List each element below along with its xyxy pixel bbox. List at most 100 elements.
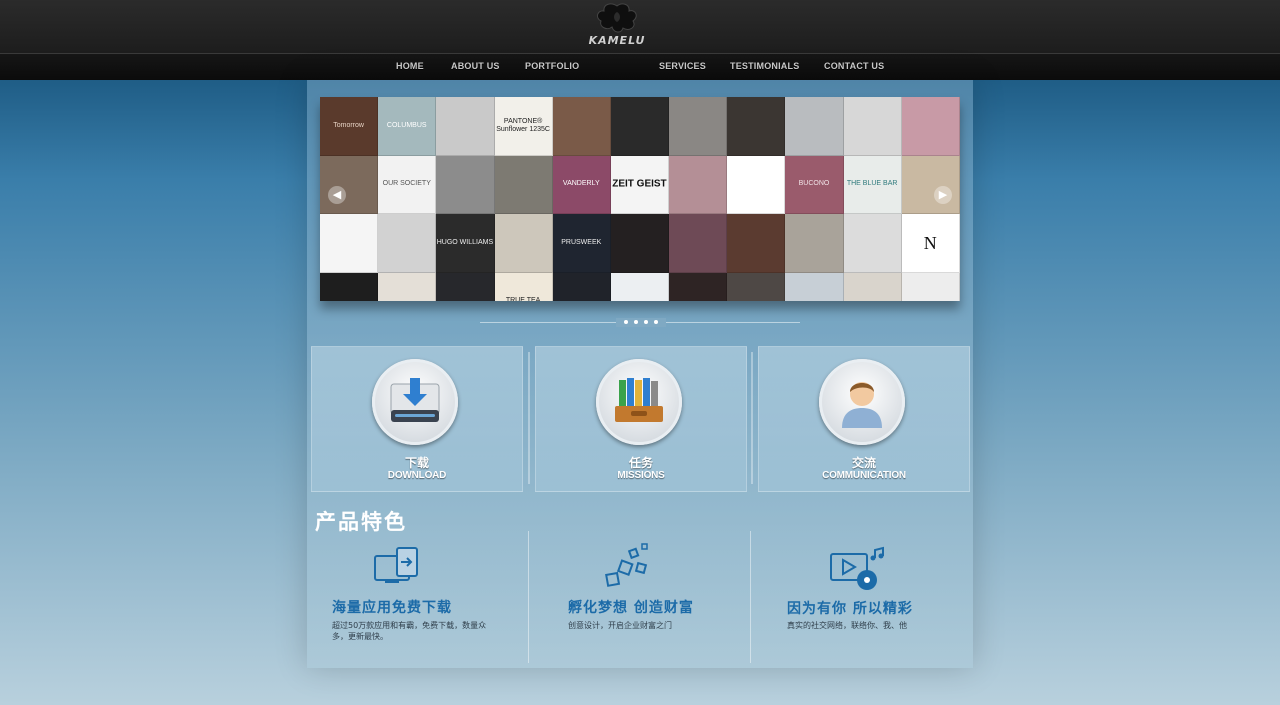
user-person-icon	[842, 382, 882, 428]
gallery-tile[interactable]: TRUE TEA	[494, 272, 553, 301]
feature-desc-download: 超过50万款应用和有霸，免费下载，数量众多，更新最快。	[332, 621, 487, 641]
gallery-tile[interactable]	[785, 272, 844, 301]
logo[interactable]: KAMELU	[578, 2, 656, 52]
floating-squares-icon	[605, 543, 648, 587]
gallery-tile[interactable]	[727, 272, 786, 301]
feature-desc-social: 真实的社交网络，联络你、我、他	[787, 621, 907, 630]
gallery-tile[interactable]: PRUSWEEK	[552, 214, 611, 273]
logo-text: KAMELU	[588, 34, 646, 47]
gallery-prev-arrow-icon[interactable]: ◀	[328, 186, 346, 204]
download-box[interactable]: 下载 DOWNLOAD	[311, 346, 523, 492]
nav-home[interactable]: HOME	[396, 61, 424, 71]
pagination-dot[interactable]	[624, 320, 628, 324]
nav-contact-us[interactable]: CONTACT US	[824, 61, 884, 71]
gallery-tile-label: VANDERLY	[562, 180, 600, 188]
gallery-tile[interactable]	[669, 155, 728, 214]
gallery-tile[interactable]	[901, 272, 960, 301]
download-drive-icon	[390, 378, 440, 422]
gallery-tile-label: OUR SOCIETY	[382, 180, 431, 188]
features-title: 产品特色	[315, 510, 407, 534]
gallery-tile[interactable]: BUCONO	[785, 155, 844, 214]
gallery-pagination	[616, 318, 666, 327]
gallery-tile-label: PRUSWEEK	[561, 238, 602, 246]
nav-bar	[0, 53, 1280, 80]
gallery-tile[interactable]: THE BLUE BAR	[843, 155, 902, 214]
gallery-tile[interactable]	[378, 214, 437, 273]
download-label-en: DOWNLOAD	[387, 470, 447, 481]
missions-box[interactable]: 任务 MISSIONS	[535, 346, 747, 492]
gallery-tile[interactable]: OUR SOCIETY	[378, 155, 437, 214]
gallery-tile[interactable]	[727, 97, 786, 156]
missions-circle	[596, 359, 682, 445]
gallery-tile[interactable]	[610, 272, 670, 301]
gallery-tile[interactable]: N	[901, 214, 960, 273]
gallery-tile[interactable]	[669, 214, 728, 273]
gallery-tile[interactable]	[727, 155, 786, 214]
camellia-logo-icon	[596, 3, 637, 33]
gallery-tile-label: HUGO WILLIAMS	[436, 238, 494, 246]
pagination-dot[interactable]	[634, 320, 638, 324]
pagination-dot[interactable]	[654, 320, 658, 324]
portfolio-gallery: Tomorrow COLUMBUS PANTONE® Sunflower 1235C…	[320, 97, 960, 301]
gallery-tile[interactable]	[669, 272, 728, 301]
nav-about-us[interactable]: ABOUT US	[451, 61, 500, 71]
gallery-tile[interactable]	[494, 214, 553, 273]
nav-services[interactable]: SERVICES	[659, 61, 706, 71]
gallery-tile[interactable]: PANTONE® Sunflower 1235C	[494, 97, 553, 156]
gallery-tile[interactable]: VANDERLY	[552, 155, 611, 214]
missions-label-cn: 任务	[628, 456, 653, 470]
gallery-tile[interactable]	[785, 97, 844, 156]
feature-desc-dreams: 创意设计，开启企业财富之门	[568, 621, 672, 630]
download-label-cn: 下载	[404, 456, 429, 470]
gallery-tile[interactable]	[843, 272, 902, 301]
communication-box[interactable]: 交流 COMMUNICATION	[758, 346, 970, 492]
missions-label-en: MISSIONS	[617, 470, 665, 481]
feature-title-social: 因为有你 所以精彩	[787, 601, 913, 617]
gallery-next-arrow-icon[interactable]: ▶	[934, 186, 952, 204]
gallery-tile[interactable]: Tomorrow	[320, 97, 379, 156]
feature-separator	[750, 531, 751, 663]
gallery-tile[interactable]	[610, 214, 670, 273]
download-circle	[372, 359, 458, 445]
gallery-tile[interactable]	[901, 97, 960, 156]
gallery-tile[interactable]	[901, 155, 960, 214]
gallery-tile[interactable]	[436, 155, 495, 214]
communication-circle	[819, 359, 905, 445]
media-player-icon	[830, 546, 884, 590]
feature-title-download: 海量应用免费下载	[332, 600, 452, 616]
gallery-tile[interactable]	[610, 97, 670, 156]
gallery-tile[interactable]	[436, 272, 495, 301]
gallery-tile[interactable]	[320, 155, 379, 214]
gallery-tile-label: COLUMBUS	[386, 121, 427, 129]
gallery-tile[interactable]: COLUMBUS	[378, 97, 437, 156]
gallery-tile-label: BUCONO	[798, 180, 830, 188]
gallery-tile-label: ZEIT GEIST	[612, 178, 667, 190]
box-separator	[528, 352, 530, 484]
nav-portfolio[interactable]: PORTFOLIO	[525, 61, 579, 71]
gallery-tile[interactable]	[843, 214, 902, 273]
gallery-tile[interactable]: ZEIT GEIST	[610, 155, 670, 214]
feature-separator	[528, 531, 529, 663]
pagination-dot[interactable]	[644, 320, 648, 324]
gallery-tile-label: TRUE TEA	[505, 297, 541, 301]
gallery-tile-label: THE BLUE BAR	[846, 180, 898, 188]
box-separator	[751, 352, 753, 484]
gallery-tile[interactable]	[378, 272, 437, 301]
gallery-tile[interactable]	[552, 97, 611, 156]
gallery-tile[interactable]	[843, 97, 902, 156]
gallery-tile[interactable]	[727, 214, 786, 273]
site-header: KAMELU HOME ABOUT US PORTFOLIO SERVICES …	[0, 0, 1280, 80]
gallery-tile[interactable]	[320, 272, 379, 301]
gallery-tile[interactable]	[785, 214, 844, 273]
gallery-tile-label: PANTONE® Sunflower 1235C	[496, 117, 550, 133]
gallery-tile[interactable]	[669, 97, 728, 156]
feature-title-dreams: 孵化梦想 创造财富	[568, 600, 694, 616]
gallery-tile[interactable]: HUGO WILLIAMS	[436, 214, 495, 273]
communication-label-cn: 交流	[851, 456, 876, 470]
gallery-tile[interactable]	[320, 214, 379, 273]
gallery-tile[interactable]	[494, 155, 553, 214]
binders-tray-icon	[615, 378, 663, 422]
nav-testimonials[interactable]: TESTIMONIALS	[730, 61, 799, 71]
gallery-tile[interactable]	[552, 272, 611, 301]
gallery-tile[interactable]	[436, 97, 495, 156]
